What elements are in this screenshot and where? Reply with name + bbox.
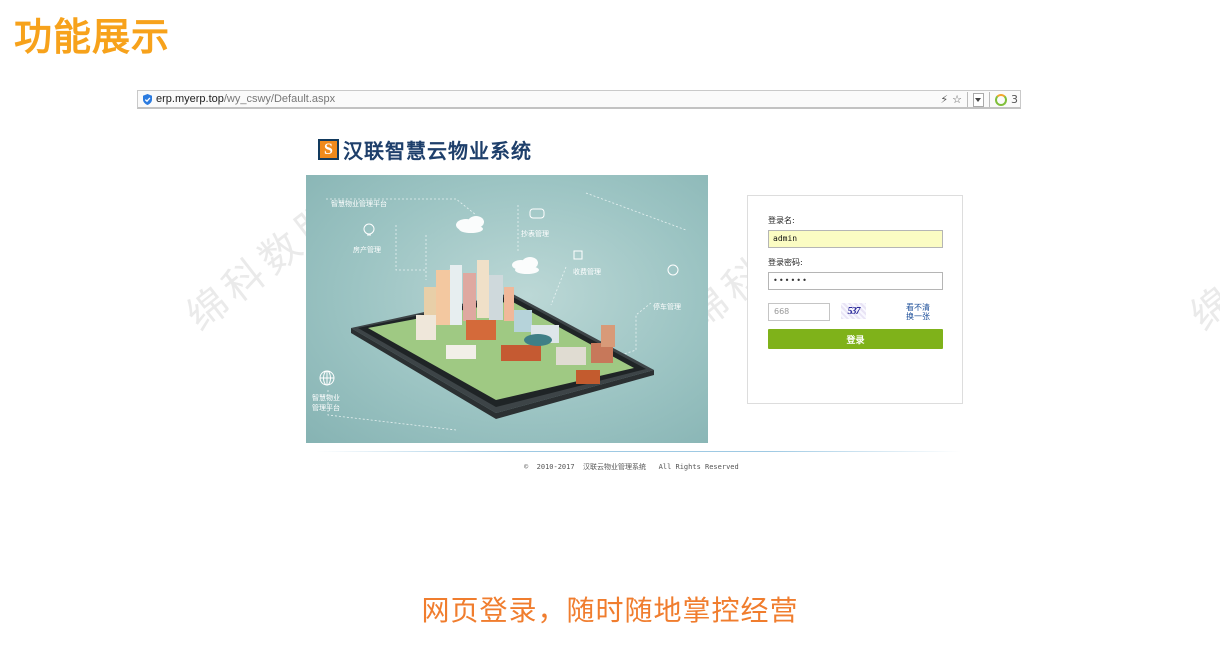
hero-label-fees: 收费管理 bbox=[573, 268, 601, 276]
password-input[interactable]: •••••• bbox=[768, 272, 943, 290]
logo-mark-icon: S bbox=[318, 139, 339, 160]
dropdown-icon[interactable] bbox=[973, 92, 984, 107]
extension-ring-icon[interactable] bbox=[995, 93, 1007, 106]
hero-artwork bbox=[319, 192, 687, 431]
captcha-refresh-link[interactable]: 看不清 换一张 bbox=[903, 303, 933, 321]
login-panel: 登录名: admin 登录密码: •••••• 668 537 看不清 换一张 … bbox=[747, 195, 963, 404]
url-path: /wy_cswy/Default.aspx bbox=[223, 93, 336, 105]
app-name: 汉联智慧云物业系统 bbox=[343, 139, 532, 163]
address-bar-icons: ⚡ ☆ 3 bbox=[936, 91, 1018, 108]
security-shield-icon bbox=[143, 94, 152, 105]
separator bbox=[967, 92, 968, 107]
password-label: 登录密码: bbox=[768, 258, 803, 267]
watermark: 绵科 bbox=[1182, 247, 1220, 341]
captcha-image[interactable]: 537 bbox=[841, 303, 866, 319]
login-button[interactable]: 登录 bbox=[768, 329, 943, 349]
url-host: erp.myerp.top bbox=[156, 93, 224, 105]
slide-title: 功能展示 bbox=[14, 15, 171, 59]
separator bbox=[989, 92, 990, 107]
hero-illustration: 智慧物业管理平台 房产管理 抄表管理 收费管理 停车管理 智慧物业 管理平台 bbox=[306, 175, 708, 443]
bolt-icon[interactable]: ⚡ bbox=[940, 93, 948, 106]
captcha-input[interactable]: 668 bbox=[768, 303, 830, 321]
extension-count: 3 bbox=[1011, 93, 1018, 106]
hero-label-parking: 停车管理 bbox=[653, 303, 681, 311]
slide-caption: 网页登录，随时随地掌控经营 bbox=[421, 594, 799, 627]
hero-label-platform: 智慧物业管理平台 bbox=[331, 200, 387, 208]
divider bbox=[316, 451, 961, 452]
star-icon[interactable]: ☆ bbox=[952, 93, 962, 106]
hero-label-platform-bottom-2: 管理平台 bbox=[312, 404, 340, 412]
hero-label-property: 房产管理 bbox=[353, 246, 381, 254]
browser-address-bar[interactable]: erp.myerp.top/wy_cswy/Default.aspx ⚡ ☆ 3 bbox=[137, 90, 1021, 109]
refresh-line-1: 看不清 bbox=[906, 303, 930, 312]
url-text[interactable]: erp.myerp.top/wy_cswy/Default.aspx bbox=[156, 92, 335, 107]
copyright-text: © 2010-2017 汉联云物业管理系统 All Rights Reserve… bbox=[524, 463, 739, 471]
refresh-line-2: 换一张 bbox=[906, 312, 930, 321]
hero-label-platform-bottom-1: 智慧物业 bbox=[312, 394, 340, 402]
hero-label-meter: 抄表管理 bbox=[521, 230, 549, 238]
username-label: 登录名: bbox=[768, 216, 795, 225]
username-input[interactable]: admin bbox=[768, 230, 943, 248]
app-logo: S 汉联智慧云物业系统 bbox=[318, 135, 532, 164]
